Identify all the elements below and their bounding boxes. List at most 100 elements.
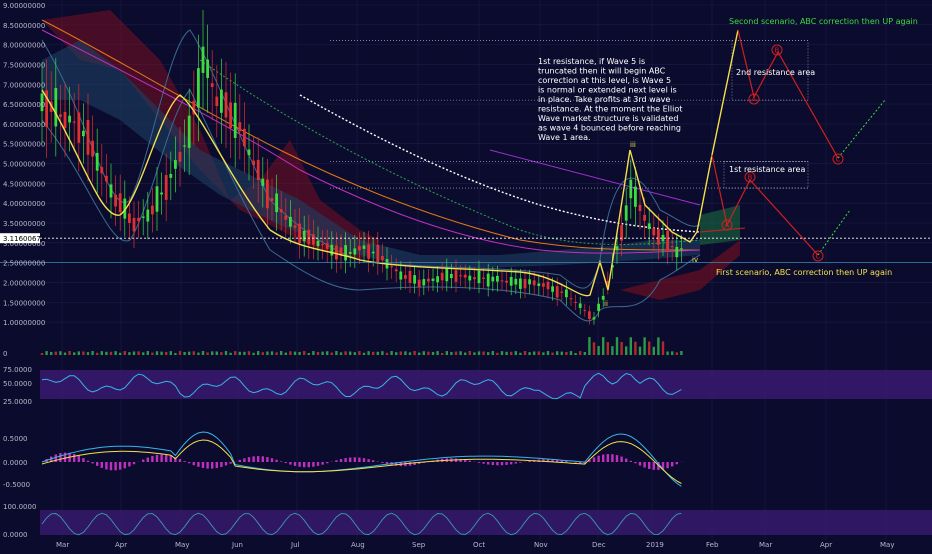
macd-hist [381, 462, 383, 463]
candle-body [307, 230, 310, 245]
candle-body [643, 215, 646, 221]
macd-hist [611, 454, 613, 462]
volume-bar [607, 342, 609, 355]
macd-hist [620, 457, 622, 462]
candle-body [284, 215, 287, 219]
candle-body [128, 213, 131, 223]
month-label: Mar [759, 541, 772, 549]
candle-body [597, 304, 600, 311]
candle-body [326, 243, 329, 249]
volume-bar [87, 352, 89, 355]
volume-bar [298, 352, 300, 355]
candle-body [363, 246, 366, 249]
macd-hist [142, 460, 144, 462]
macd-hist [630, 461, 632, 462]
candle-body [491, 277, 494, 282]
candle-body [133, 218, 136, 232]
candle-body [671, 246, 674, 247]
macd-hist [294, 462, 296, 466]
volume-bar [473, 352, 475, 355]
price-chart[interactable]: iiiiiiiv ABCABC 9.000000008.500000008.00… [0, 0, 932, 550]
candle-body [211, 83, 214, 87]
volume-bar [496, 353, 498, 355]
volume-bar [515, 351, 517, 355]
macd-hist [206, 462, 208, 469]
volume-bar [363, 353, 365, 355]
candle-body [639, 205, 642, 211]
abc-letter: C [836, 156, 841, 164]
macd-hist [220, 462, 222, 467]
volume-bar [584, 352, 586, 355]
volume-bar [519, 353, 521, 355]
note-line: Wave 1 area. [538, 133, 591, 142]
volume-bar [321, 352, 323, 355]
candle-body [73, 121, 76, 122]
candle-body [87, 120, 90, 155]
volume-bar [450, 352, 452, 355]
macd-hist [510, 462, 512, 464]
note-line: as wave 4 bounced before reaching [538, 124, 681, 133]
abc-letter: B [775, 47, 780, 55]
candle-body [280, 209, 283, 212]
volume-bar [73, 352, 75, 355]
candle-body [542, 283, 545, 286]
volume-bar [197, 353, 199, 355]
candle-body [524, 279, 527, 288]
volume-bar [317, 352, 319, 355]
abc-letter: B [748, 174, 753, 182]
month-label: Mar [56, 541, 69, 549]
macd-hist [262, 456, 264, 462]
month-label: May [175, 541, 189, 549]
volume-bar [648, 342, 650, 355]
volume-bar [630, 337, 632, 355]
macd-hist [285, 462, 287, 463]
candle-body [110, 184, 113, 197]
volume-bar [538, 351, 540, 355]
macd-hist [602, 455, 604, 462]
macd-hist [82, 458, 84, 462]
chart-stage[interactable]: iiiiiiiv ABCABC 9.000000008.500000008.00… [0, 0, 932, 550]
abc-letter: A [752, 96, 757, 104]
candle-body [680, 248, 683, 249]
macd-hist [363, 458, 365, 462]
price-tick: 9.00000000 [3, 2, 45, 10]
candle-body [625, 205, 628, 220]
volume-bar [354, 352, 356, 355]
volume-bar [340, 352, 342, 355]
volume-bar [441, 353, 443, 355]
macd-hist [671, 462, 673, 466]
macd-hist [565, 461, 567, 462]
indicator-tick: 0.0000 [3, 459, 28, 467]
candle-body [505, 281, 508, 283]
volume-bar [413, 351, 415, 355]
macd-hist [666, 462, 668, 468]
macd-hist [487, 462, 489, 465]
candle-body [303, 231, 306, 241]
volume-bar [160, 352, 162, 355]
current-price-text: 3.11600672 [3, 235, 45, 243]
macd-hist [197, 462, 199, 467]
candle-body [510, 277, 513, 286]
note-line: 1st resistance, if Wave 5 is [538, 57, 645, 66]
volume-bar [96, 353, 98, 355]
volume-bar [101, 351, 103, 355]
macd-hist [321, 462, 323, 465]
volume-bar [464, 353, 466, 355]
volume-bar [165, 352, 167, 355]
macd-hist [519, 462, 521, 463]
volume-bar [423, 351, 425, 355]
candle-body [96, 153, 99, 171]
volume-bar [303, 351, 305, 355]
volume-bar [358, 351, 360, 355]
note-line: is normal or extended next level is [538, 86, 677, 95]
price-tick: 3.50000000 [3, 220, 45, 228]
volume-bar [653, 347, 655, 355]
volume-bar [657, 337, 659, 355]
volume-bar [588, 337, 590, 355]
volume-bar [234, 351, 236, 355]
wave-label: ii [604, 300, 608, 308]
volume-bar [676, 352, 678, 355]
month-label: Jul [290, 541, 300, 549]
candle-body [395, 269, 398, 271]
candle-body [77, 113, 80, 143]
